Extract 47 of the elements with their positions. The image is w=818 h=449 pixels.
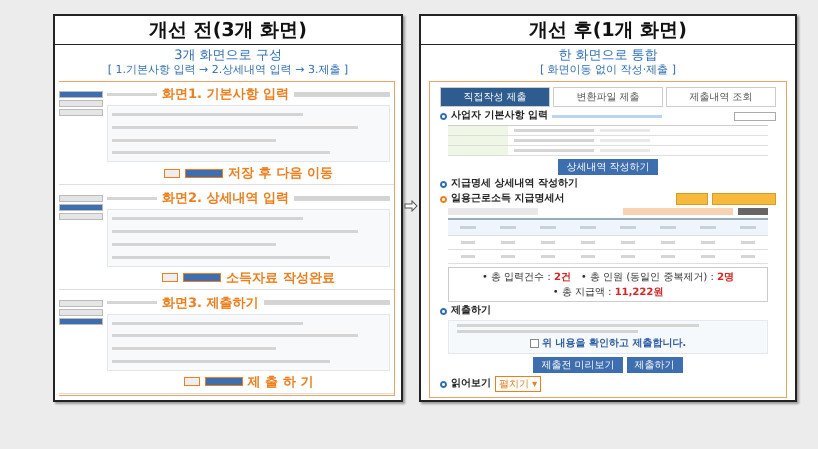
- side-menu-drawing: [59, 300, 103, 325]
- button-drawing: [184, 377, 200, 386]
- panel-subtitle: 한 화면으로 통합: [557, 48, 659, 63]
- section-heading: 읽어보기: [451, 378, 491, 390]
- summary-text: • 총 인원 (동일인 중복제거) : 2명: [580, 271, 734, 284]
- blurred-header-drawing: [107, 301, 157, 304]
- steps-text: [ 1.기본사항 입력 → 2.상세내역 입력 → 3.제출 ]: [106, 63, 350, 77]
- submit-button[interactable]: 제출전 미리보기: [533, 357, 623, 373]
- bullet-icon: [440, 380, 447, 388]
- bullet-icon: [440, 196, 447, 202]
- section-heading: 지급명세 상세내역 작성하기: [451, 178, 578, 190]
- side-menu-drawing: [59, 195, 103, 220]
- confirm-checkbox[interactable]: 위 내용을 확인하고 제출합니다.: [530, 336, 686, 350]
- action-label: 저장 후 다음 이동: [228, 165, 333, 182]
- button-drawing: [164, 168, 180, 178]
- blurred-header-drawing: [107, 196, 157, 200]
- blurred-header-drawing: [107, 92, 157, 96]
- summary-text: • 총 지급액 : 11,222원: [552, 286, 664, 299]
- detail-button[interactable]: 상세내역 작성하기: [558, 159, 658, 175]
- panel-title: 개선 후(1개 화면): [421, 16, 795, 45]
- screen-label: 화면2. 상세내역 입력: [162, 190, 290, 208]
- screen-label: 화면1. 기본사항 입력: [162, 86, 290, 103]
- steps-text: [ 화면이동 없이 작성·제출 ]: [538, 63, 678, 77]
- bullet-icon: [440, 180, 447, 188]
- panel-title: 개선 전(3개 화면): [55, 16, 401, 45]
- side-menu-drawing: [59, 91, 103, 116]
- bullet-icon: [440, 308, 447, 314]
- bullet-icon: [440, 112, 447, 120]
- screen-label: 화면3. 제출하기: [162, 294, 259, 312]
- button-drawing: [162, 273, 178, 282]
- section-heading: 제출하기: [451, 305, 491, 317]
- submit-button[interactable]: 제출하기: [626, 357, 683, 373]
- tab[interactable]: 제출내역 조회: [666, 87, 776, 107]
- action-label: 제 출 하 기: [248, 374, 314, 391]
- section-heading: 사업자 기본사항 입력: [451, 110, 548, 122]
- summary-text: • 총 입력건수 : 2건: [482, 271, 571, 284]
- button-drawing: [183, 273, 222, 282]
- tab[interactable]: 직접작성 제출: [440, 87, 550, 107]
- button-drawing: [204, 377, 243, 386]
- tab[interactable]: 변환파일 제출: [553, 87, 663, 107]
- tool-button[interactable]: [676, 193, 708, 205]
- tool-button[interactable]: [712, 193, 776, 205]
- subsection-heading: 일용근로소득 지급명세서: [451, 193, 564, 205]
- button-drawing: [185, 168, 224, 178]
- button-drawing: [734, 112, 776, 120]
- action-label: 소득자료 작성완료: [226, 270, 335, 287]
- panel-subtitle: 3개 화면으로 구성: [173, 48, 283, 63]
